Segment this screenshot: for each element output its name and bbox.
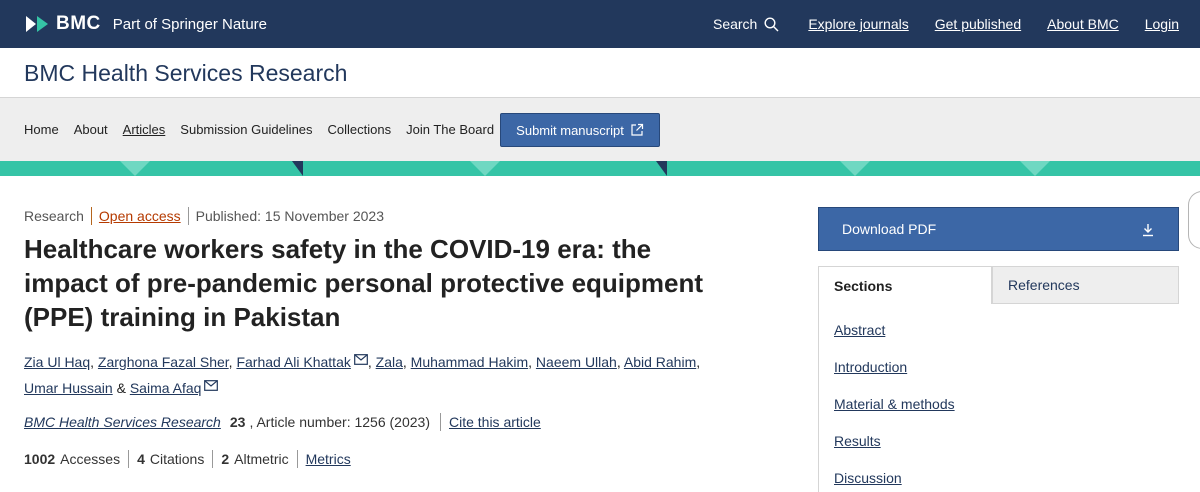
citations-label: Citations <box>149 451 205 467</box>
side-drawer-handle[interactable] <box>1188 191 1200 249</box>
global-header: BMC Part of Springer Nature Search Explo… <box>0 0 1200 48</box>
download-icon <box>1143 224 1153 237</box>
divider <box>187 207 189 225</box>
citation-line: BMC Health Services Research 23 , Articl… <box>24 413 541 431</box>
divider <box>439 413 441 431</box>
citation-article-number: , Article number: 1256 (2023) <box>249 414 430 430</box>
nav-about[interactable]: About <box>74 122 108 137</box>
divider <box>296 450 298 468</box>
top-links: Search Explore journals Get published Ab… <box>713 0 1179 48</box>
explore-journals-link[interactable]: Explore journals <box>808 16 908 32</box>
citation-volume: 23 <box>229 414 246 430</box>
author-link[interactable]: Zia Ul Haq <box>24 354 90 370</box>
journal-bar: BMC Health Services Research <box>0 48 1200 97</box>
author-link[interactable]: Umar Hussain <box>24 380 113 396</box>
section-link-introduction[interactable]: Introduction <box>834 359 907 375</box>
sidebar-tabs: Sections References <box>818 266 1179 304</box>
cite-this-article-link[interactable]: Cite this article <box>449 414 541 430</box>
email-icon[interactable] <box>353 354 368 365</box>
author-list: Zia Ul Haq, Zarghona Fazal Sher, Farhad … <box>24 354 701 396</box>
published-date: Published: 15 November 2023 <box>195 208 384 224</box>
article-type: Research <box>24 208 84 224</box>
author-link[interactable]: Abid Rahim <box>624 354 696 370</box>
metrics-link[interactable]: Metrics <box>306 451 351 467</box>
author-link[interactable]: Naeem Ullah <box>536 354 617 370</box>
section-link-discussion[interactable]: Discussion <box>834 470 902 486</box>
article-metrics: 1002 Accesses 4 Citations 2 Altmetric Me… <box>24 450 351 468</box>
citations-count: 4 <box>137 451 145 467</box>
bmc-logo-icon <box>24 14 50 34</box>
altmetric-count: 2 <box>221 451 230 467</box>
about-bmc-link[interactable]: About BMC <box>1047 16 1119 32</box>
search-label: Search <box>712 16 758 32</box>
login-link[interactable]: Login <box>1145 16 1179 32</box>
divider <box>90 207 92 225</box>
author-link[interactable]: Muhammad Hakim <box>411 354 528 370</box>
author-link[interactable]: Zala <box>376 354 403 370</box>
tab-references[interactable]: References <box>992 266 1179 304</box>
nav-submission-guidelines[interactable]: Submission Guidelines <box>180 122 312 137</box>
search-button[interactable]: Search <box>713 16 779 32</box>
altmetric-label: Altmetric <box>234 451 289 467</box>
author-link[interactable]: Farhad Ali Khattak <box>236 354 350 370</box>
article-title: Healthcare workers safety in the COVID-1… <box>24 234 704 332</box>
nav-collections[interactable]: Collections <box>328 122 392 137</box>
section-link-material-methods[interactable]: Material & methods <box>834 396 955 412</box>
decorative-band <box>0 161 1200 176</box>
section-link-abstract[interactable]: Abstract <box>834 322 885 338</box>
download-pdf-button[interactable]: Download PDF <box>818 207 1179 251</box>
download-pdf-label: Download PDF <box>842 221 937 237</box>
nav-articles[interactable]: Articles <box>123 122 166 137</box>
nav-join-the-board[interactable]: Join The Board <box>406 122 494 137</box>
journal-nav: Home About Articles Submission Guideline… <box>0 97 1200 161</box>
article-meta: Research Open access Published: 15 Novem… <box>24 207 384 225</box>
divider <box>128 450 130 468</box>
accesses-count: 1002 <box>24 451 56 467</box>
email-icon[interactable] <box>204 380 219 391</box>
citation-journal-link[interactable]: BMC Health Services Research <box>24 414 221 430</box>
brand[interactable]: BMC Part of Springer Nature <box>24 10 267 38</box>
external-link-icon <box>631 123 643 136</box>
tab-sections[interactable]: Sections <box>818 266 992 304</box>
brand-name: BMC <box>56 13 101 34</box>
submit-manuscript-label: Submit manuscript <box>516 122 624 138</box>
open-access-link[interactable]: Open access <box>99 208 181 224</box>
search-icon <box>764 16 779 31</box>
nav-home[interactable]: Home <box>24 122 59 137</box>
author-link[interactable]: Zarghona Fazal Sher <box>98 354 229 370</box>
section-list: Abstract Introduction Material & methods… <box>818 304 1179 492</box>
publisher-name: Part of Springer Nature <box>112 15 268 33</box>
get-published-link[interactable]: Get published <box>935 16 1021 32</box>
accesses-label: Accesses <box>60 451 121 467</box>
submit-manuscript-button[interactable]: Submit manuscript <box>500 113 660 147</box>
divider <box>212 450 214 468</box>
author-link[interactable]: Saima Afaq <box>130 380 202 396</box>
section-link-results[interactable]: Results <box>834 433 881 449</box>
journal-title[interactable]: BMC Health Services Research <box>24 60 347 87</box>
